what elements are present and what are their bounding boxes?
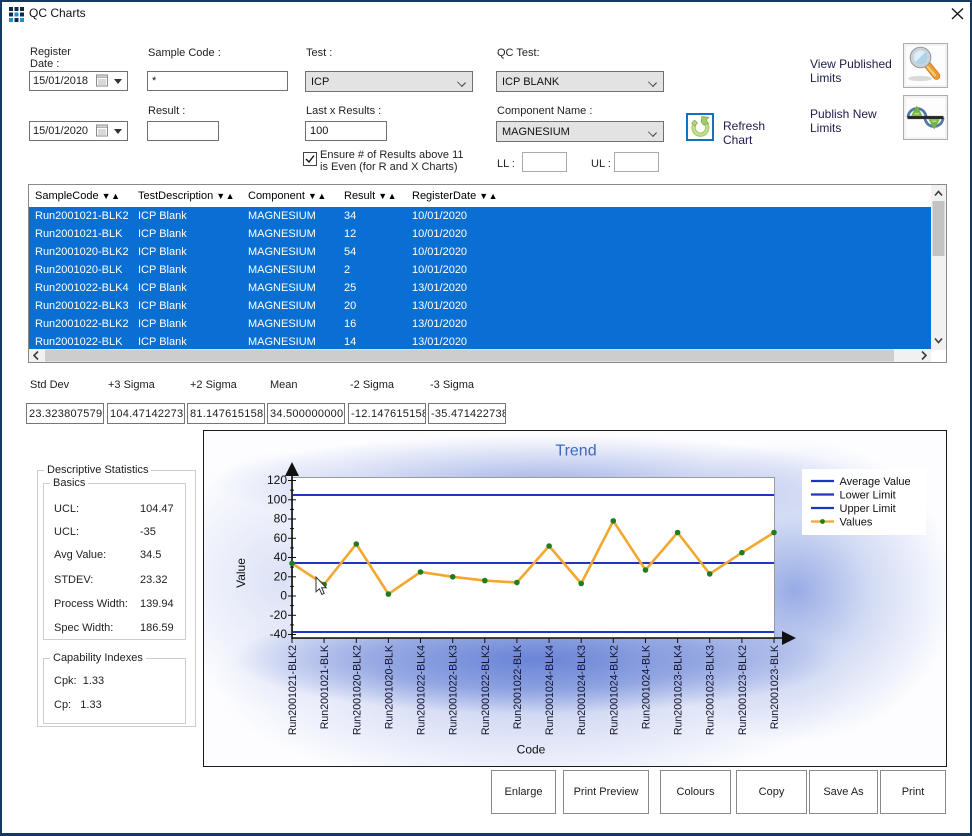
svg-text:Average Value: Average Value bbox=[840, 476, 911, 488]
svg-text:Run2001024-BLK2: Run2001024-BLK2 bbox=[608, 645, 620, 735]
svg-text:Run2001022-BLK4: Run2001022-BLK4 bbox=[416, 645, 428, 735]
svg-text:Upper Limit: Upper Limit bbox=[840, 503, 896, 515]
svg-text:Trend: Trend bbox=[555, 443, 596, 460]
svg-text:Run2001022-BLK3: Run2001022-BLK3 bbox=[448, 645, 460, 735]
svg-text:-20: -20 bbox=[270, 608, 288, 622]
svg-text:Run2001023-BLK3: Run2001023-BLK3 bbox=[705, 645, 717, 735]
svg-text:Run2001024-BLK: Run2001024-BLK bbox=[641, 645, 653, 729]
svg-text:Run2001021-BLK2: Run2001021-BLK2 bbox=[287, 645, 299, 735]
svg-text:Run2001020-BLK: Run2001020-BLK bbox=[383, 645, 395, 729]
svg-text:Run2001021-BLK: Run2001021-BLK bbox=[319, 645, 331, 729]
svg-text:Run2001022-BLK: Run2001022-BLK bbox=[512, 645, 524, 729]
svg-text:Run2001023-BLK: Run2001023-BLK bbox=[769, 645, 781, 729]
svg-text:20: 20 bbox=[274, 570, 288, 584]
svg-text:80: 80 bbox=[274, 512, 288, 526]
svg-text:Run2001024-BLK4: Run2001024-BLK4 bbox=[544, 645, 556, 735]
svg-text:60: 60 bbox=[274, 531, 288, 545]
svg-text:Run2001024-BLK3: Run2001024-BLK3 bbox=[576, 645, 588, 735]
svg-text:Lower Limit: Lower Limit bbox=[840, 490, 896, 502]
svg-text:-40: -40 bbox=[270, 627, 288, 641]
svg-text:Run2001023-BLK2: Run2001023-BLK2 bbox=[737, 645, 749, 735]
svg-text:0: 0 bbox=[280, 589, 287, 603]
svg-text:Values: Values bbox=[840, 517, 873, 529]
svg-text:100: 100 bbox=[267, 493, 287, 507]
svg-text:120: 120 bbox=[267, 473, 287, 487]
svg-text:Run2001023-BLK4: Run2001023-BLK4 bbox=[673, 645, 685, 735]
svg-text:40: 40 bbox=[274, 550, 288, 564]
svg-text:Run2001020-BLK2: Run2001020-BLK2 bbox=[351, 645, 363, 735]
svg-text:Code: Code bbox=[517, 743, 546, 757]
svg-text:Run2001022-BLK2: Run2001022-BLK2 bbox=[480, 645, 492, 735]
svg-text:Value: Value bbox=[234, 558, 248, 588]
